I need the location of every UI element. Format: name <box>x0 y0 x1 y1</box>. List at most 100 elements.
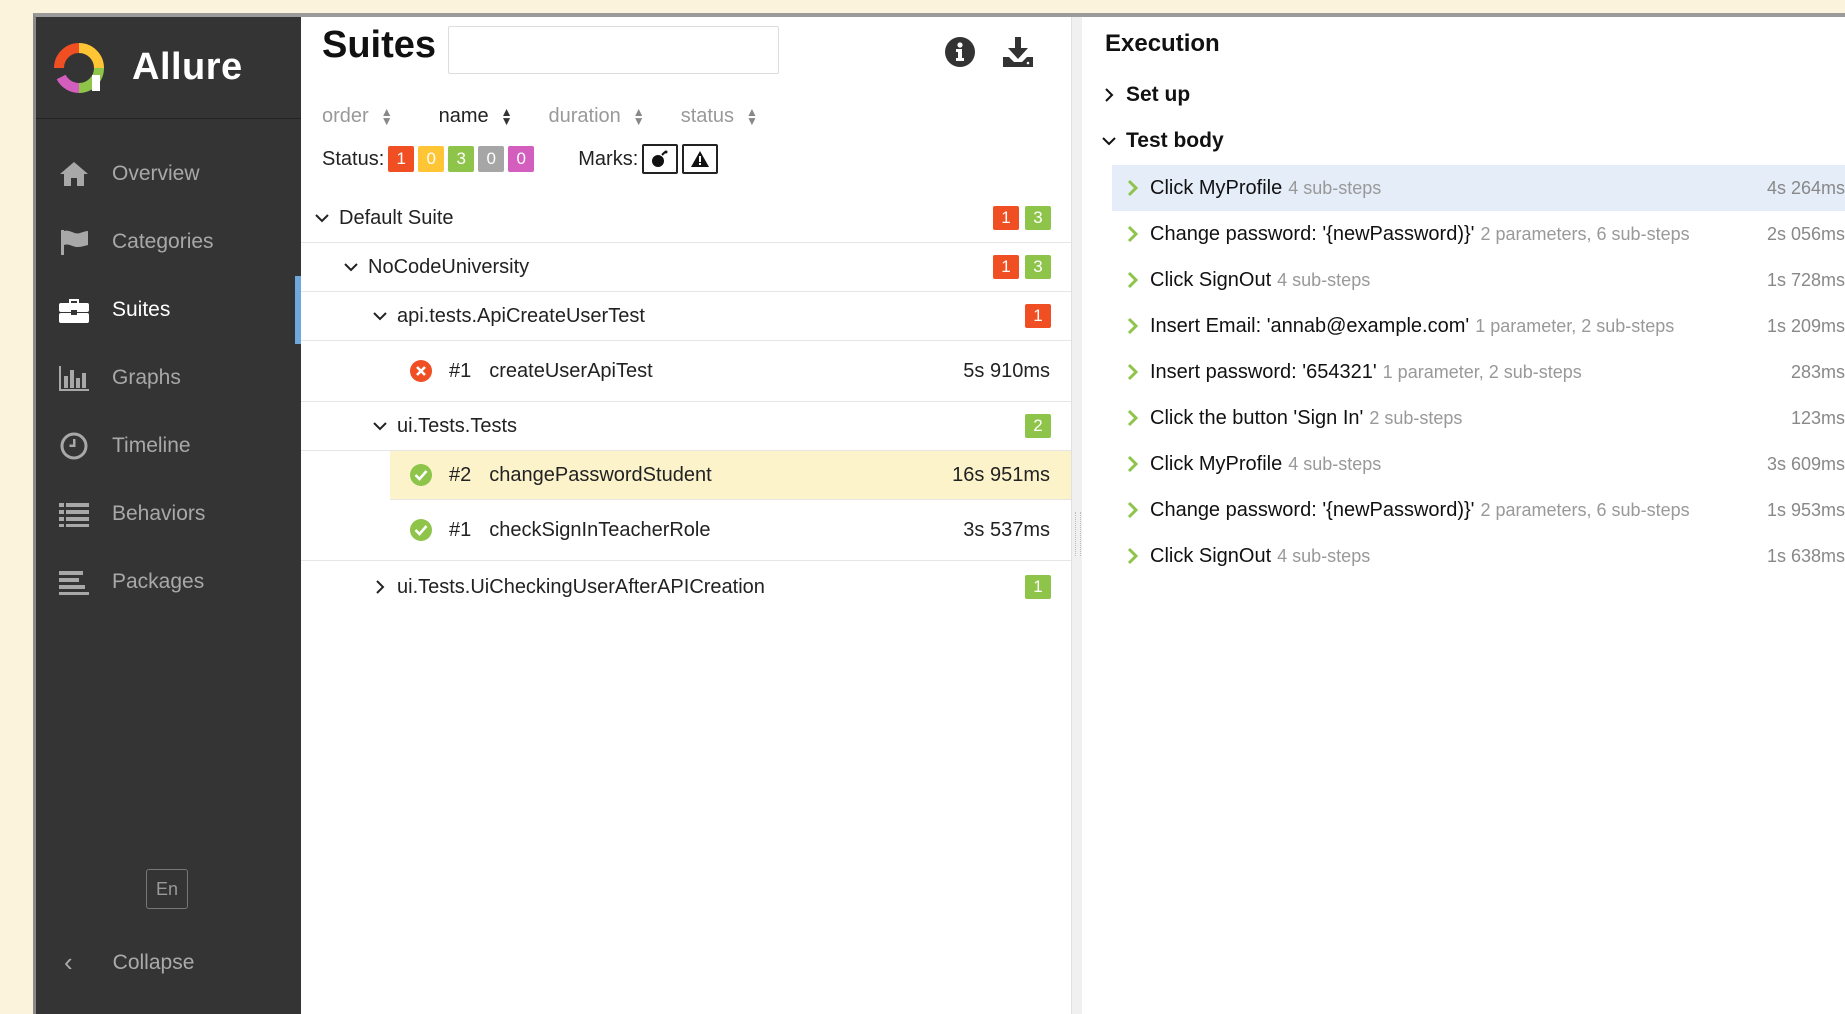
status-filter-broken[interactable]: 0 <box>418 146 445 172</box>
section-label: Test body <box>1126 129 1224 152</box>
test-name: changePasswordStudent <box>489 463 712 486</box>
group-counts: 1 3 <box>987 206 1051 230</box>
step-name: Click MyProfile <box>1150 176 1283 199</box>
section-label: Set up <box>1126 83 1191 106</box>
step-name: Click SignOut <box>1150 544 1272 567</box>
chevron-right-icon <box>1127 225 1139 243</box>
suites-tree: Default Suite 1 3 NoCodeUniversity 1 3 a… <box>301 194 1071 613</box>
sidebar-item-label: Timeline <box>112 434 191 457</box>
tree-group-ui-checking[interactable]: ui.Tests.UiCheckingUserAfterAPICreation … <box>301 561 1071 613</box>
status-filter-unknown[interactable]: 0 <box>508 146 535 172</box>
step-row[interactable]: Click SignOut 4 sub-steps 1s 638ms <box>1112 533 1845 579</box>
sort-bar: order ▲ ▼ name ▲ ▼ duration ▲ ▼ status ▲ ▼ <box>322 105 794 128</box>
home-icon <box>57 159 91 189</box>
step-meta: 1 parameter, 2 sub-steps <box>1475 315 1675 336</box>
group-label: NoCodeUniversity <box>368 255 530 278</box>
brand[interactable]: Allure <box>36 17 301 119</box>
test-row-create-user-api[interactable]: #1 createUserApiTest 5s 910ms <box>301 341 1071 402</box>
failed-count-badge: 1 <box>993 206 1019 230</box>
test-body-section[interactable]: Test body <box>1100 129 1224 153</box>
sort-order[interactable]: order ▲ ▼ <box>322 105 393 128</box>
chevron-right-icon <box>1127 455 1139 473</box>
tree-group-api-create-user[interactable]: api.tests.ApiCreateUserTest 1 <box>301 292 1071 341</box>
tree-group-ui-tests[interactable]: ui.Tests.Tests 2 <box>301 402 1071 451</box>
test-row-change-password[interactable]: #2 changePasswordStudent 16s 951ms <box>390 451 1071 500</box>
test-duration: 5s 910ms <box>963 359 1050 382</box>
sort-label: duration <box>548 105 621 127</box>
flag-icon <box>57 227 91 257</box>
sort-arrows-icon: ▲ ▼ <box>380 104 393 128</box>
test-row-check-signin[interactable]: #1 checkSignInTeacherRole 3s 537ms <box>301 500 1071 561</box>
step-list: Click MyProfile 4 sub-steps 4s 264ms Change… <box>1112 165 1845 579</box>
step-row[interactable]: Change password: '{newPassword)}' 2 param… <box>1112 487 1845 533</box>
test-duration: 3s 537ms <box>963 518 1050 541</box>
group-counts: 1 <box>1019 575 1051 599</box>
setup-section[interactable]: Set up <box>1100 83 1190 107</box>
step-row[interactable]: Click the button 'Sign In' 2 sub-steps 123… <box>1112 395 1845 441</box>
step-row[interactable]: Insert password: '654321' 1 parameter, 2 … <box>1112 349 1845 395</box>
brand-name: Allure <box>132 46 243 88</box>
status-filter-skipped[interactable]: 0 <box>478 146 505 172</box>
passed-count-badge: 1 <box>1025 575 1051 599</box>
step-meta: 4 sub-steps <box>1288 177 1382 198</box>
collapse-button[interactable]: ‹ Collapse <box>64 947 194 978</box>
step-duration: 4s 264ms <box>1766 177 1845 198</box>
step-duration: 283ms <box>1790 361 1845 382</box>
briefcase-icon <box>57 295 91 325</box>
status-filter-bar: Status: 1 0 3 0 0 Marks: <box>322 144 719 174</box>
sort-arrows-icon: ▲ ▼ <box>632 104 645 128</box>
test-name: checkSignInTeacherRole <box>489 518 711 541</box>
mark-new-failed-button[interactable] <box>682 144 719 174</box>
step-name: Insert Email: 'annab@example.com' <box>1150 314 1470 337</box>
download-icon[interactable] <box>1001 35 1035 69</box>
mark-flaky-button[interactable] <box>642 144 679 174</box>
sort-status[interactable]: status ▲ ▼ <box>681 105 758 128</box>
info-icon[interactable] <box>943 35 977 69</box>
sort-name[interactable]: name ▲ ▼ <box>439 105 513 128</box>
drag-handle-icon <box>1075 512 1081 556</box>
sort-label: order <box>322 105 369 127</box>
step-name: Change password: '{newPassword)}' <box>1150 222 1475 245</box>
sidebar-item-suites[interactable]: Suites <box>36 276 301 344</box>
step-row[interactable]: Click MyProfile 4 sub-steps 3s 609ms <box>1112 441 1845 487</box>
chevron-right-icon <box>1105 88 1114 102</box>
step-row[interactable]: Change password: '{newPassword)}' 2 param… <box>1112 211 1845 257</box>
step-duration: 123ms <box>1790 407 1845 428</box>
sidebar-item-behaviors[interactable]: Behaviors <box>36 480 301 548</box>
suites-header: Suites <box>301 17 1071 103</box>
sort-duration[interactable]: duration ▲ ▼ <box>549 105 645 128</box>
step-row[interactable]: Click MyProfile 4 sub-steps 4s 264ms <box>1112 165 1845 211</box>
sidebar-item-label: Behaviors <box>112 502 206 525</box>
group-label: api.tests.ApiCreateUserTest <box>397 304 645 327</box>
tree-group-default-suite[interactable]: Default Suite 1 3 <box>301 194 1071 243</box>
test-number: #1 <box>449 518 472 541</box>
step-duration: 1s 953ms <box>1766 499 1845 520</box>
sidebar-item-overview[interactable]: Overview <box>36 140 301 208</box>
step-meta: 1 parameter, 2 sub-steps <box>1382 361 1582 382</box>
passed-count-badge: 3 <box>1025 206 1051 230</box>
chevron-right-icon <box>1127 409 1139 427</box>
chevron-right-icon <box>1127 179 1139 197</box>
sidebar-item-categories[interactable]: Categories <box>36 208 301 276</box>
page-title: Suites <box>322 24 437 66</box>
sidebar-item-graphs[interactable]: Graphs <box>36 344 301 412</box>
step-name: Click SignOut <box>1150 268 1272 291</box>
status-filter-passed[interactable]: 3 <box>448 146 475 172</box>
sidebar-item-label: Graphs <box>112 366 181 389</box>
sort-label: status <box>680 105 735 127</box>
status-filter-failed[interactable]: 1 <box>388 146 415 172</box>
step-row[interactable]: Insert Email: 'annab@example.com' 1 param… <box>1112 303 1845 349</box>
sidebar-item-packages[interactable]: Packages <box>36 548 301 616</box>
chevron-down-icon <box>315 214 329 223</box>
sidebar-item-timeline[interactable]: Timeline <box>36 412 301 480</box>
sidebar-item-label: Packages <box>112 570 205 593</box>
language-button[interactable]: En <box>146 869 188 909</box>
step-row[interactable]: Click SignOut 4 sub-steps 1s 728ms <box>1112 257 1845 303</box>
chevron-down-icon <box>373 312 387 321</box>
search-input[interactable] <box>448 26 779 74</box>
chevron-down-icon <box>1102 137 1116 146</box>
tree-group-nocodeuniversity[interactable]: NoCodeUniversity 1 3 <box>301 243 1071 292</box>
chevron-right-icon <box>1127 363 1139 381</box>
group-counts: 2 <box>1019 414 1051 438</box>
group-counts: 1 <box>1019 304 1051 328</box>
